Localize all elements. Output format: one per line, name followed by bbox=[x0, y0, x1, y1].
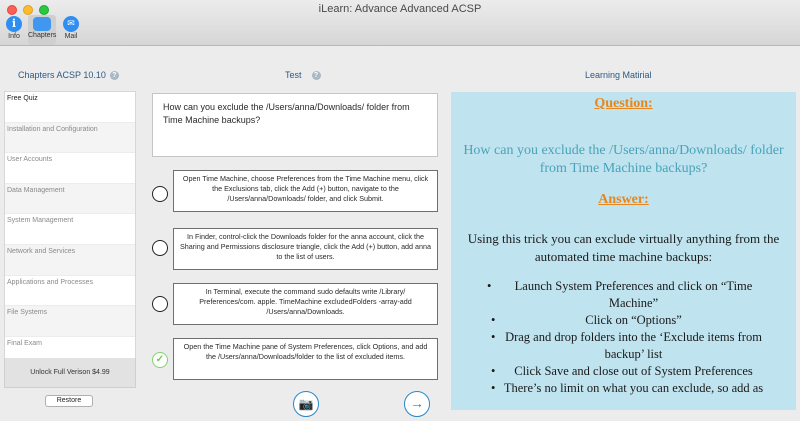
answer-radio-1[interactable] bbox=[152, 186, 168, 202]
answer-radio-2[interactable] bbox=[152, 240, 168, 256]
test-header-label: Test bbox=[285, 70, 302, 80]
answer-option-4[interactable]: Open the Time Machine pane of System Pre… bbox=[173, 338, 438, 380]
material-answer-intro: Using this trick you can exclude virtual… bbox=[467, 231, 780, 264]
camera-button[interactable]: 📷 bbox=[293, 391, 319, 417]
toolbar-mail-label: Mail bbox=[64, 33, 78, 40]
list-item: Launch System Preferences and click on “… bbox=[475, 278, 778, 312]
sidebar-item-free-quiz[interactable]: Free Quiz bbox=[5, 92, 135, 123]
sidebar-item-installation[interactable]: Installation and Configuration bbox=[5, 122, 135, 154]
list-item: Click on “Options” bbox=[475, 312, 778, 329]
chapters-header-label: Chapters ACSP 10.10 bbox=[18, 70, 106, 80]
info-icon: i bbox=[6, 16, 22, 32]
unlock-full-version-button[interactable]: Unlock Full Verison $4.99 bbox=[4, 358, 136, 388]
help-icon[interactable]: ? bbox=[109, 71, 119, 81]
list-item: Click Save and close out of System Prefe… bbox=[475, 363, 778, 380]
toolbar-chapters-label: Chapters bbox=[28, 32, 57, 39]
sidebar-item-applications[interactable]: Applications and Processes bbox=[5, 276, 135, 307]
next-button[interactable]: → bbox=[404, 391, 430, 417]
camera-icon: 📷 bbox=[298, 397, 314, 411]
restore-button[interactable]: Restore bbox=[45, 395, 93, 407]
material-question-heading: Question: bbox=[594, 96, 653, 111]
chapters-icon bbox=[33, 17, 51, 31]
window-title: iLearn: Advance Advanced ACSP bbox=[318, 3, 482, 15]
sidebar-item-data-management[interactable]: Data Management bbox=[5, 183, 135, 215]
sidebar-item-user-accounts[interactable]: User Accounts bbox=[5, 153, 135, 184]
mail-icon: ✉ bbox=[63, 16, 79, 32]
answer-radio-3[interactable] bbox=[152, 296, 168, 312]
material-question-text: How can you exclude the /Users/anna/Down… bbox=[463, 143, 784, 176]
chapters-header: Chapters ACSP 10.10? bbox=[18, 70, 119, 81]
title-bar: iLearn: Advance Advanced ACSP i Info Cha… bbox=[0, 0, 800, 46]
learning-header: Learning Matirial bbox=[585, 70, 652, 80]
toolbar-mail-button[interactable]: ✉ Mail bbox=[57, 15, 85, 45]
material-answer-heading: Answer: bbox=[598, 192, 649, 207]
toolbar-info-button[interactable]: i Info bbox=[0, 15, 28, 45]
app-window: iLearn: Advance Advanced ACSP i Info Cha… bbox=[0, 0, 800, 421]
answer-option-1[interactable]: Open Time Machine, choose Preferences fr… bbox=[173, 170, 438, 212]
arrow-right-icon: → bbox=[410, 395, 424, 411]
answer-option-3[interactable]: In Terminal, execute the command sudo de… bbox=[173, 283, 438, 325]
list-item: There’s no limit on what you can exclude… bbox=[475, 380, 778, 397]
learning-material-panel[interactable]: Question: How can you exclude the /Users… bbox=[451, 92, 796, 410]
toolbar-chapters-button[interactable]: Chapters bbox=[28, 15, 56, 45]
sidebar-item-system-management[interactable]: System Management bbox=[5, 214, 135, 245]
sidebar-item-file-systems[interactable]: File Systems bbox=[5, 306, 135, 337]
help-icon[interactable]: ? bbox=[311, 71, 321, 81]
toolbar-info-label: Info bbox=[8, 33, 20, 40]
answer-option-2[interactable]: In Finder, control-click the Downloads f… bbox=[173, 228, 438, 270]
list-item: Drag and drop folders into the ‘Exclude … bbox=[475, 329, 778, 363]
question-text: How can you exclude the /Users/anna/Down… bbox=[152, 93, 438, 157]
material-steps-list: Launch System Preferences and click on “… bbox=[451, 278, 796, 397]
checkmark-icon: ✓ bbox=[155, 354, 165, 365]
test-header: Test? bbox=[285, 70, 321, 81]
sidebar-item-network-services[interactable]: Network and Services bbox=[5, 244, 135, 276]
answer-radio-4-correct[interactable]: ✓ bbox=[152, 352, 168, 368]
chapter-list: Free Quiz Installation and Configuration… bbox=[4, 91, 136, 368]
